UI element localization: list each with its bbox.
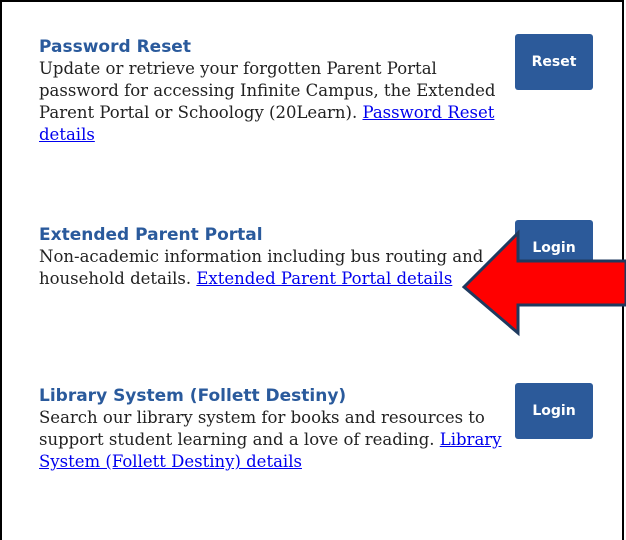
library-system-description-text: Search our library system for books and … xyxy=(39,408,485,449)
password-reset-title: Password Reset xyxy=(39,37,191,57)
library-system-card: Library System (Follett Destiny) Search … xyxy=(39,385,509,473)
library-system-description: Search our library system for books and … xyxy=(39,407,509,473)
library-login-button[interactable]: Login xyxy=(515,383,593,439)
reset-button[interactable]: Reset xyxy=(515,34,593,90)
extended-parent-portal-details-link[interactable]: Extended Parent Portal details xyxy=(196,269,452,288)
red-arrow-icon xyxy=(462,229,626,337)
password-reset-card: Password Reset Update or retrieve your f… xyxy=(39,36,509,146)
extended-parent-portal-card: Extended Parent Portal Non-academic info… xyxy=(39,224,509,290)
password-reset-description: Update or retrieve your forgotten Parent… xyxy=(39,58,509,146)
extended-parent-portal-description: Non-academic information including bus r… xyxy=(39,246,509,290)
library-system-title: Library System (Follett Destiny) xyxy=(39,386,347,406)
extended-parent-portal-title: Extended Parent Portal xyxy=(39,225,263,245)
